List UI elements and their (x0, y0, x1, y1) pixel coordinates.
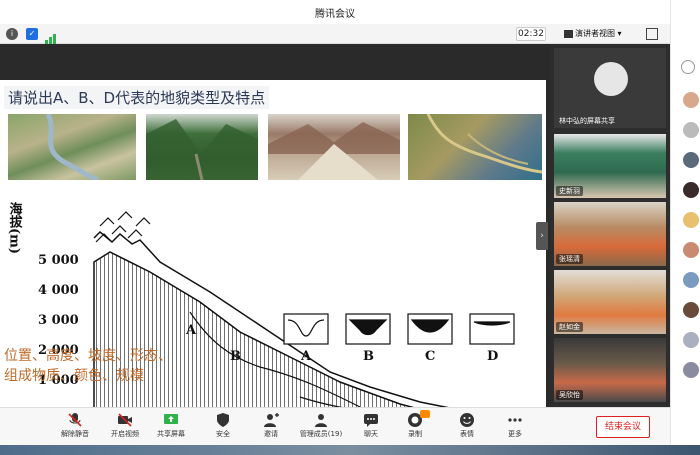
avatar[interactable] (683, 332, 699, 348)
members-label: 管理成员(19) (299, 430, 343, 438)
river-plain-photo (8, 112, 136, 183)
y-axis-label: 海拔(m) (7, 201, 23, 254)
avatar[interactable] (683, 362, 699, 378)
participant-tile[interactable]: 林中弘的屏幕共享 (554, 48, 666, 128)
fullscreen-icon[interactable] (646, 28, 658, 40)
participant-name: 赵如金 (556, 322, 583, 332)
avatar (594, 62, 628, 96)
more-icon (508, 418, 522, 422)
avatar[interactable] (683, 152, 699, 168)
profile-label-c: C (425, 349, 435, 364)
participant-tile[interactable]: 张瑶清 (554, 202, 666, 266)
invite-button[interactable]: 邀请 (248, 412, 294, 444)
profile-label-d: D (487, 349, 498, 364)
title-bar: 腾讯会议 (0, 0, 670, 24)
meeting-toolbar: 解除静音 开启视频 共享屏幕 安全 邀请 管理成员(19) 聊天 录制 表情 更… (0, 407, 670, 445)
landform-diagram: 海拔(m) 5 000 4 000 3 000 2 000 1 000 A B … (0, 182, 546, 435)
desktop-background (0, 445, 700, 455)
y-tick-3000: 3 000 (38, 313, 79, 328)
slide-footnote: 位置、高度、坡度、形态、 组成物质、颜色、规模 (4, 346, 172, 386)
share-screen-button[interactable]: 共享屏幕 (148, 412, 194, 444)
side-window-strip (670, 0, 700, 445)
chat-label: 聊天 (364, 430, 378, 438)
profile-label-a: A (300, 349, 312, 364)
y-tick-4000: 4 000 (38, 283, 79, 298)
record-label: 录制 (408, 430, 422, 438)
avatar[interactable] (683, 212, 699, 228)
shared-screen-stage: 请说出A、B、D代表的地貌类型及特点 海拔(m) 5 000 4 000 3 0… (0, 44, 550, 437)
more-label: 更多 (508, 430, 522, 438)
participant-tile[interactable]: 赵如金 (554, 270, 666, 334)
add-user-icon (264, 413, 279, 427)
avatar[interactable] (683, 272, 699, 288)
slide: 请说出A、B、D代表的地貌类型及特点 海拔(m) 5 000 4 000 3 0… (0, 80, 546, 437)
profile-box-d (469, 313, 515, 345)
point-label-b: B (230, 349, 241, 364)
more-button[interactable]: 更多 (492, 412, 538, 444)
meeting-info-bar: i ✓ 02:32 演讲者视图 ▾ (0, 24, 670, 44)
security-label: 安全 (216, 430, 230, 438)
participant-tile[interactable]: 吴欣怡 (554, 338, 666, 402)
share-screen-icon (164, 414, 178, 424)
video-label: 开启视频 (111, 430, 139, 438)
mute-label: 解除静音 (61, 430, 89, 438)
y-tick-5000: 5 000 (38, 253, 79, 268)
info-icon[interactable]: i (6, 28, 18, 40)
new-badge (420, 410, 430, 418)
smile-icon (460, 413, 474, 427)
avatar[interactable] (683, 92, 699, 108)
profile-label-b: B (363, 349, 374, 364)
microphone-muted-icon (68, 413, 82, 427)
grid-icon (564, 29, 573, 38)
alluvial-fan-photo (268, 114, 400, 180)
delta-satellite-photo (408, 113, 543, 180)
participants-panel: 林中弘的屏幕共享 史新羽 张瑶清 赵如金 吴欣怡 (550, 44, 670, 407)
share-label: 共享屏幕 (157, 430, 185, 438)
app-title: 腾讯会议 (315, 9, 355, 20)
end-meeting-button[interactable]: 结束会议 (596, 416, 650, 438)
chat-button[interactable]: 聊天 (348, 412, 394, 444)
participant-tile[interactable]: 史新羽 (554, 134, 666, 198)
footnote-line-2: 组成物质、颜色、规模 (4, 368, 144, 384)
chevron-down-icon: ▾ (617, 29, 622, 38)
security-button[interactable]: 安全 (200, 412, 246, 444)
avatar[interactable] (683, 182, 699, 198)
profile-box-a (283, 313, 329, 345)
avatar[interactable] (683, 302, 699, 318)
footnote-line-1: 位置、高度、坡度、形态、 (4, 348, 172, 364)
reactions-button[interactable]: 表情 (444, 412, 490, 444)
participant-name: 林中弘的屏幕共享 (559, 117, 615, 125)
avatar[interactable] (683, 242, 699, 258)
participant-name: 吴欣怡 (556, 390, 583, 400)
point-label-a: A (185, 323, 197, 338)
view-mode-label: 演讲者视图 (575, 29, 615, 38)
mute-button[interactable]: 解除静音 (52, 412, 98, 444)
camera-off-icon (118, 413, 132, 427)
mountain-valley-photo (146, 114, 258, 181)
members-icon (315, 414, 327, 427)
slide-title: 请说出A、B、D代表的地貌类型及特点 (4, 86, 270, 109)
avatar[interactable] (683, 122, 699, 138)
signal-icon[interactable] (44, 29, 58, 44)
video-button[interactable]: 开启视频 (102, 412, 148, 444)
invite-label: 邀请 (264, 430, 278, 438)
manage-members-button[interactable]: 管理成员(19) (298, 412, 344, 444)
search-icon[interactable] (681, 60, 695, 74)
chat-icon (364, 414, 378, 427)
participant-name: 张瑶清 (556, 254, 583, 264)
meeting-timer: 02:32 (516, 27, 546, 41)
shield-icon[interactable]: ✓ (26, 28, 38, 40)
snow-caps (95, 211, 151, 243)
participant-name: 史新羽 (556, 186, 583, 196)
collapse-panel-button[interactable]: › (536, 222, 548, 250)
record-button[interactable]: 录制 (392, 410, 438, 444)
shield-icon (217, 413, 229, 427)
view-mode-dropdown[interactable]: 演讲者视图 ▾ (564, 27, 630, 41)
reactions-label: 表情 (460, 430, 474, 438)
